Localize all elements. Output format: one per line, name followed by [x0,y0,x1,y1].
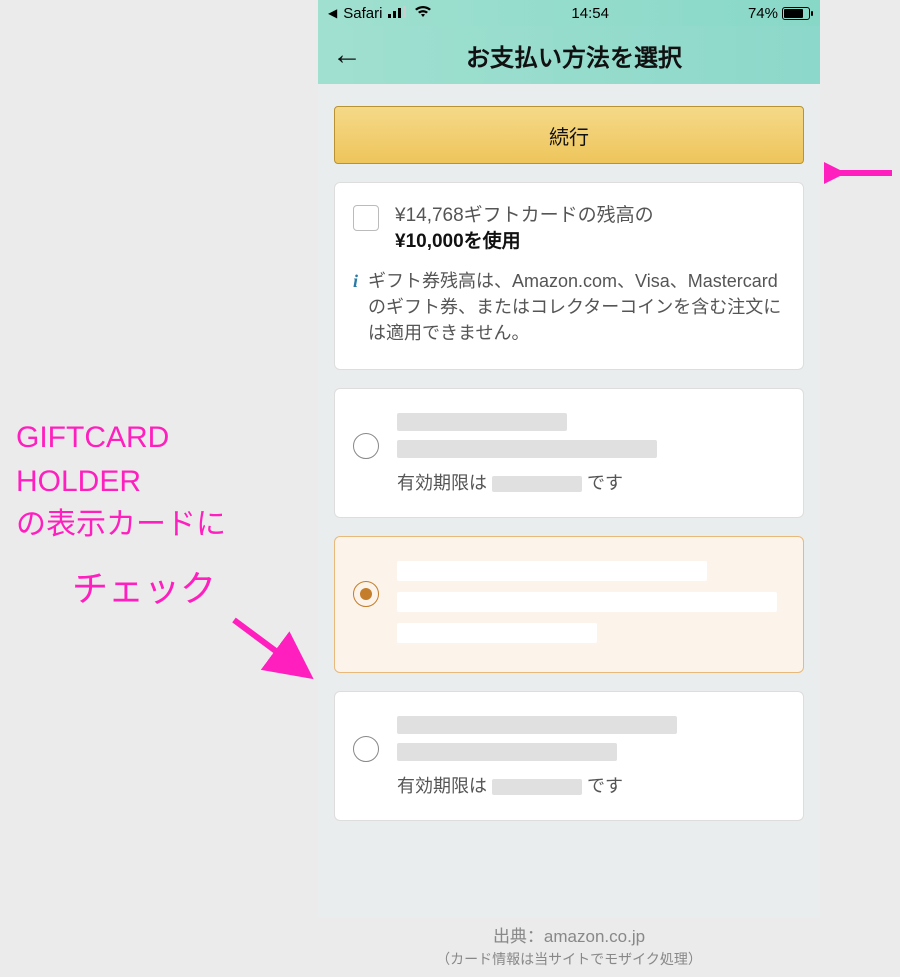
status-time: 14:54 [571,5,609,22]
giftcard-panel: ¥14,768ギフトカードの残高の ¥10,000を使用 i ギフト券残高は、A… [334,182,804,370]
credit-source: 出典：amazon.co.jp [318,922,820,947]
credit-block: 出典：amazon.co.jp （カード情報は当サイトでモザイク処理） [318,922,820,969]
option3-body: 有効期限は です [397,714,785,798]
redacted [397,561,707,581]
expiry-prefix: 有効期限は [397,473,487,493]
arrow-right-icon [824,150,896,196]
credit-note: （カード情報は当サイトでモザイク処理） [318,949,820,969]
payment-option-3[interactable]: 有効期限は です [334,691,804,821]
status-right: 74% [748,5,810,22]
giftcard-checkbox[interactable] [353,205,379,231]
annotation-check: チェック [72,560,216,612]
giftcard-text: ¥14,768ギフトカードの残高の ¥10,000を使用 [395,203,654,254]
phone-frame: ◀ Safari 14:54 74% ← お支払い方法を選択 続行 ¥1 [318,0,820,918]
radio-1[interactable] [353,433,379,459]
content-area: 続行 ¥14,768ギフトカードの残高の ¥10,000を使用 i ギフト券残高… [318,84,820,918]
wifi-icon [414,5,432,22]
giftcard-info-row: i ギフト券残高は、Amazon.com、Visa、Mastercardのギフト… [353,268,785,346]
back-triangle-icon: ◀ [328,6,337,20]
status-left: ◀ Safari [328,5,432,22]
payment-option-1[interactable]: 有効期限は です [334,388,804,518]
redacted [492,779,582,795]
page-title: お支払い方法を選択 [376,38,806,73]
app-bar: ← お支払い方法を選択 [318,26,820,84]
giftcard-info: ギフト券残高は、Amazon.com、Visa、Mastercardのギフト券、… [368,268,785,346]
redacted [397,623,597,643]
radio-3[interactable] [353,736,379,762]
giftcard-line2: ¥10,000を使用 [395,231,521,252]
redacted [492,476,582,492]
continue-button[interactable]: 続行 [334,106,804,164]
back-app-label[interactable]: Safari [343,5,382,22]
redacted [397,440,657,458]
battery-pct: 74% [748,5,778,22]
redacted [397,413,567,431]
status-bar: ◀ Safari 14:54 74% [318,0,820,26]
back-arrow-icon[interactable]: ← [332,38,362,72]
arrow-diag-icon [226,612,316,692]
expiry-prefix: 有効期限は [397,776,487,796]
redacted [397,592,777,612]
option2-body [397,559,785,650]
info-icon: i [353,268,358,346]
redacted [397,716,677,734]
signal-icon [388,5,408,22]
annotation-text: GIFTCARD HOLDER の表示カードに [16,416,226,547]
giftcard-line1: ¥14,768ギフトカードの残高の [395,205,654,226]
radio-2[interactable] [353,581,379,607]
redacted [397,743,617,761]
payment-option-2[interactable] [334,536,804,673]
option1-body: 有効期限は です [397,411,785,495]
battery-icon [782,7,810,20]
expiry-suffix: です [587,776,623,796]
continue-label: 続行 [549,121,589,150]
expiry-suffix: です [587,473,623,493]
